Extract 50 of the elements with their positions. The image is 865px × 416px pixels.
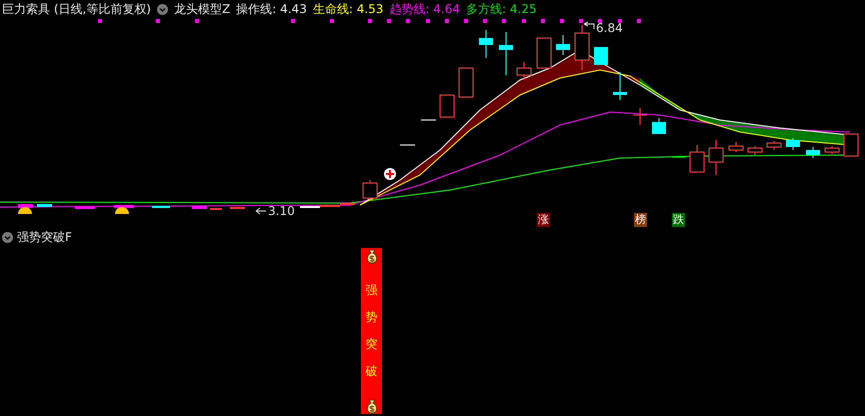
candlestick bbox=[690, 144, 704, 172]
candlestick bbox=[748, 146, 762, 156]
indicator-value: 操作线: 4.43 bbox=[236, 0, 307, 18]
candlestick bbox=[536, 38, 552, 68]
candlestick bbox=[613, 72, 627, 100]
candlestick bbox=[574, 24, 590, 70]
indicator-value: 趋势线: 4.64 bbox=[389, 0, 460, 18]
candlestick bbox=[824, 146, 840, 154]
indicator-name: 龙头模型Z bbox=[174, 0, 230, 18]
candlestick bbox=[766, 140, 782, 150]
signal-text: 强势突破 bbox=[366, 282, 378, 380]
candlestick bbox=[440, 94, 454, 118]
plus-circle-icon bbox=[384, 168, 396, 180]
candlestick bbox=[672, 156, 686, 158]
candlestick bbox=[18, 204, 33, 208]
leader-line bbox=[584, 22, 594, 30]
candlestick bbox=[499, 32, 513, 76]
indicator-value: 生命线: 4.53 bbox=[312, 0, 384, 18]
low-price-label: 3.10 bbox=[268, 204, 295, 218]
candlestick bbox=[152, 206, 170, 208]
candlestick bbox=[786, 138, 800, 150]
candlestick bbox=[632, 108, 648, 126]
candlestick bbox=[37, 204, 52, 207]
candlestick bbox=[516, 62, 532, 80]
candlestick bbox=[400, 144, 416, 146]
candlestick bbox=[362, 180, 378, 200]
candlestick bbox=[652, 118, 666, 134]
candlestick bbox=[192, 206, 207, 209]
candlestick bbox=[75, 206, 95, 209]
chevron-down-icon[interactable] bbox=[157, 4, 168, 14]
chevron-down-icon[interactable] bbox=[2, 232, 13, 242]
candlestick bbox=[708, 140, 724, 176]
candlestick bbox=[479, 30, 493, 58]
candlestick bbox=[230, 207, 245, 209]
candlestick bbox=[210, 208, 222, 210]
leader-line bbox=[256, 208, 266, 214]
candlestick bbox=[114, 205, 134, 208]
indicator-value: 多方线: 4.25 bbox=[466, 0, 537, 18]
candlestick bbox=[458, 68, 474, 98]
high-price-label: 6.84 bbox=[596, 21, 623, 35]
signal-tag: 涨 bbox=[537, 213, 550, 227]
signal-tag: 跌 bbox=[672, 213, 685, 227]
signal-tag: 榜 bbox=[634, 213, 647, 227]
candlestick bbox=[844, 134, 858, 156]
candlestick bbox=[594, 46, 608, 66]
indicator-name: 强势突破F bbox=[17, 228, 72, 246]
chart-title: 巨力索具 (日线,等比前复权) bbox=[2, 0, 151, 18]
candlestick bbox=[728, 142, 744, 152]
candlestick bbox=[806, 146, 820, 158]
candlestick bbox=[556, 34, 570, 56]
